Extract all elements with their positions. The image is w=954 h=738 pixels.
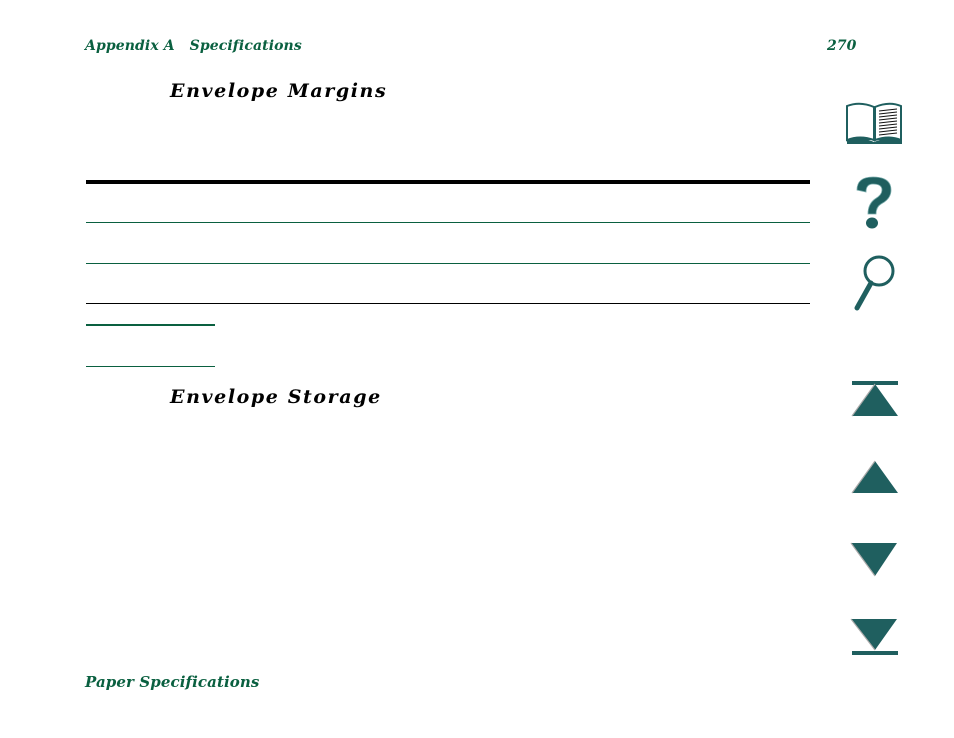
up-triangle-icon [851,460,898,494]
last-page-button[interactable] [849,617,901,663]
note-bottom-rule [86,366,215,367]
next-page-button[interactable] [849,541,901,583]
magnifier-icon [854,255,895,311]
running-header-section: Appendix A Specifications [85,38,302,54]
section-heading-envelope-storage: Envelope Storage [170,386,382,408]
help-button[interactable] [851,174,897,236]
footer-chapter-link[interactable]: Paper Specifications [85,673,259,691]
table-row-divider [86,222,810,223]
first-page-button[interactable] [850,379,900,423]
page-number: 270 [827,38,857,54]
book-icon [846,102,902,144]
search-button[interactable] [851,254,897,316]
table-top-rule [86,180,810,184]
contents-button[interactable] [844,100,906,150]
first-page-icon [851,381,898,417]
last-page-icon [850,618,898,655]
table-row-divider [86,263,810,264]
note-top-rule [86,324,215,326]
down-triangle-icon [850,542,897,577]
table-bottom-rule [86,303,810,304]
section-heading-envelope-margins: Envelope Margins [170,80,388,102]
previous-page-button[interactable] [850,459,900,501]
question-mark-icon [856,176,892,229]
